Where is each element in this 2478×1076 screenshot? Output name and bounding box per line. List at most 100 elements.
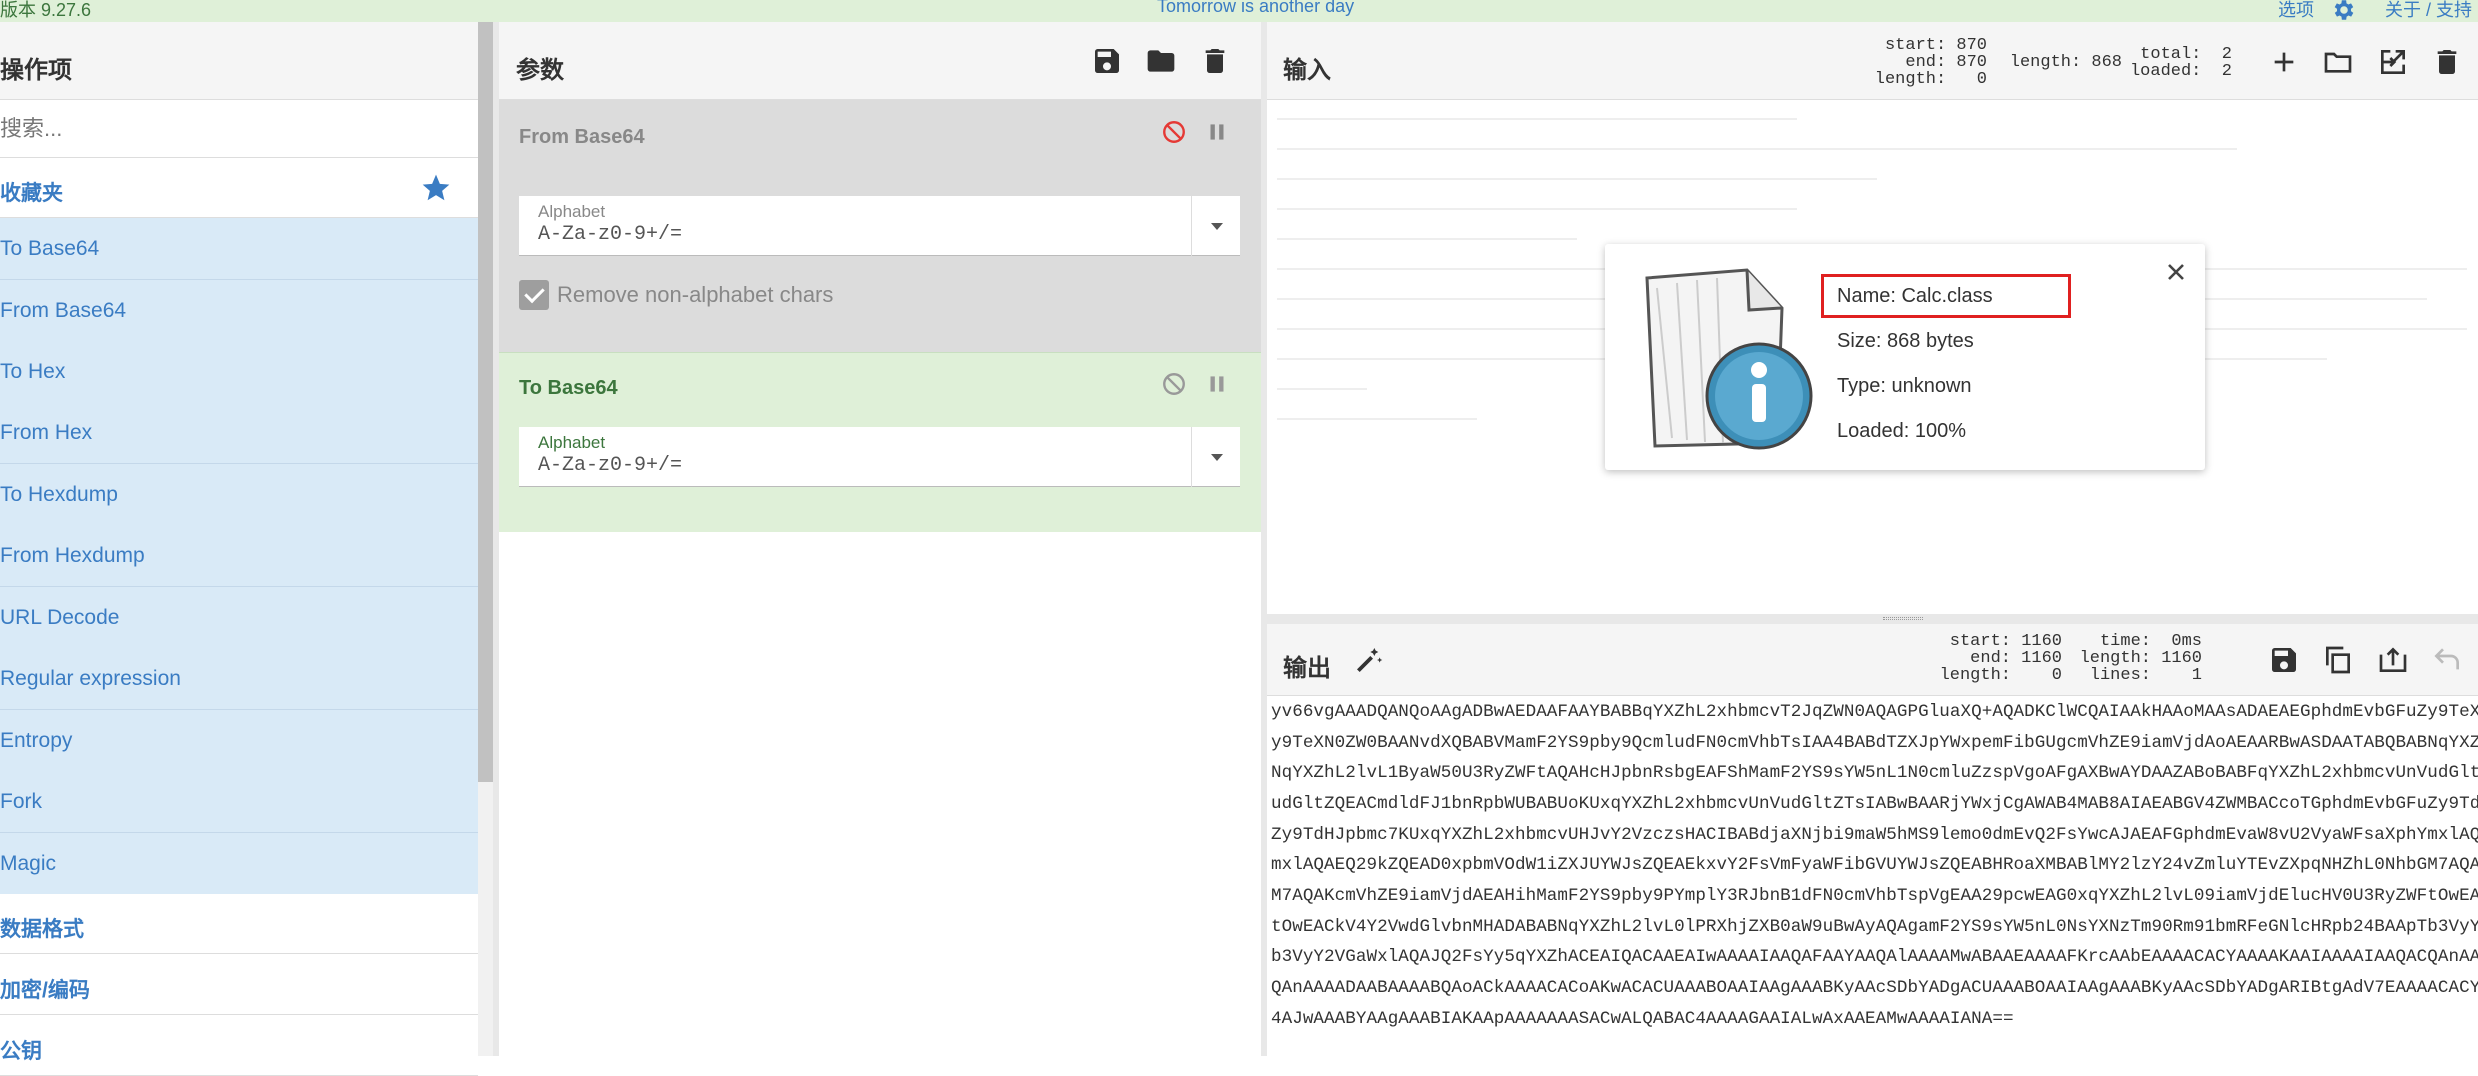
trash-icon[interactable]: [1199, 45, 1231, 77]
operation-item[interactable]: To Hex: [0, 341, 478, 403]
chevron-down-icon[interactable]: [1191, 196, 1240, 256]
alphabet-value[interactable]: A-Za-z0-9+/=: [538, 454, 682, 477]
file-type: Type: unknown: [1837, 375, 1972, 397]
input-start-stat: start: 870: [1884, 36, 1987, 55]
input-total-length-stat: length: 868: [2009, 53, 2122, 72]
star-icon[interactable]: [420, 172, 452, 204]
io-panel: 输入 start: 870 end: 870 length: 0 length:…: [1267, 22, 2478, 1056]
faded-text: [1277, 148, 2237, 150]
file-loaded: Loaded: 100%: [1837, 420, 1967, 442]
recipe-op-from-base64[interactable]: From Base64 Alphabet A-Za-z0-9+/= Remove…: [499, 100, 1261, 352]
recipe-title: 参数: [516, 57, 564, 84]
alphabet-field[interactable]: Alphabet A-Za-z0-9+/=: [519, 427, 1240, 487]
open-folder-icon[interactable]: [2322, 46, 2354, 78]
pause-icon[interactable]: [1204, 371, 1230, 397]
operation-item[interactable]: Regular expression: [0, 648, 478, 710]
gear-icon[interactable]: [2331, 0, 2357, 23]
faded-text: [1277, 238, 1577, 240]
operation-item[interactable]: Entropy: [0, 710, 478, 772]
checkbox-label: Remove non-alphabet chars: [557, 282, 834, 307]
remove-non-alphabet-checkbox[interactable]: [519, 280, 549, 310]
output-line: 4AJwAAABYAAgAAABIAKAApAAAAAAASACwALQABAC…: [1271, 1009, 2014, 1029]
output-line: tOwEACkV4Y2VwdGlvbnMHADABABNqYXZhL2lvL0l…: [1271, 917, 2478, 937]
splitter-grip-icon[interactable]: [1883, 617, 1923, 620]
output-total-length-stat: length: 1160: [2079, 649, 2202, 668]
operation-item[interactable]: To Base64: [0, 218, 478, 280]
options-link[interactable]: 选项: [2278, 0, 2314, 22]
output-time-stat: time: 0ms: [2099, 632, 2202, 651]
faded-text: [1277, 118, 1797, 120]
category-encryption[interactable]: 加密/编码: [0, 955, 478, 1015]
output-line: Zy9TdHJpbmc7KUxqYXZhL2xhbmcvUHJvY2VzczsH…: [1271, 825, 2478, 845]
save-icon[interactable]: [1091, 45, 1123, 77]
operations-header: 操作项: [0, 22, 478, 100]
input-title: 输入: [1283, 57, 1331, 84]
faded-text: [1277, 208, 1797, 210]
faded-text: [1277, 388, 1367, 390]
operations-title: 操作项: [0, 57, 72, 84]
category-public-key[interactable]: 公钥: [0, 1016, 478, 1076]
close-icon[interactable]: [2164, 260, 2188, 284]
output-line: mxlAQAEQ29kZQEAD0xpbmVOdW1iZXJUYWJsZQEAE…: [1271, 855, 2478, 875]
trash-icon[interactable]: [2431, 46, 2463, 78]
copy-icon[interactable]: [2322, 644, 2354, 676]
file-info-card: Name: Calc.class Size: 868 bytes Type: u…: [1605, 244, 2205, 470]
top-banner: 版本 9.27.6 Tomorrow is another day 选项 关于 …: [0, 0, 2478, 22]
op-title: To Base64: [519, 377, 618, 399]
output-lines-stat: lines: 1: [2089, 666, 2202, 685]
alphabet-field[interactable]: Alphabet A-Za-z0-9+/=: [519, 196, 1240, 256]
op-title: From Base64: [519, 126, 645, 148]
category-data-format[interactable]: 数据格式: [0, 894, 478, 954]
file-info-icon: [1645, 268, 1813, 450]
output-area[interactable]: yv66vgAAADQANQoAAgADBwAEDAAFAAYBABBqYXZh…: [1267, 696, 2478, 1056]
alphabet-value[interactable]: A-Za-z0-9+/=: [538, 223, 682, 246]
open-file-icon[interactable]: [2377, 46, 2409, 78]
input-loaded-stat: loaded: 2: [2129, 62, 2232, 81]
operation-item[interactable]: To Hexdump: [0, 464, 478, 526]
input-length-stat: length: 0: [1874, 70, 1987, 89]
output-title: 输出: [1283, 655, 1331, 682]
alphabet-label: Alphabet: [538, 433, 606, 452]
input-header: 输入 start: 870 end: 870 length: 0 length:…: [1267, 22, 2478, 100]
about-link[interactable]: 关于 / 支持: [2385, 0, 2472, 22]
io-splitter[interactable]: [1267, 614, 2478, 624]
save-icon[interactable]: [2268, 644, 2300, 676]
output-end-stat: end: 1160: [1970, 649, 2062, 668]
output-line: M7AQAKcmVhZE9iamVjdAEAHihMamF2YS9pby9PYm…: [1271, 886, 2478, 906]
operations-search[interactable]: [0, 100, 478, 158]
recipe-op-to-base64[interactable]: To Base64 Alphabet A-Za-z0-9+/=: [499, 352, 1261, 532]
undo-icon[interactable]: [2431, 644, 2463, 676]
alphabet-label: Alphabet: [538, 202, 606, 221]
folder-icon[interactable]: [1145, 45, 1177, 77]
operation-item[interactable]: From Hex: [0, 402, 478, 464]
recipe-panel: 参数 From Base64 Alphabet A-Za-z0-9+/= Rem…: [499, 22, 1261, 1056]
output-start-stat: start: 1160: [1949, 632, 2062, 651]
notice-text[interactable]: Tomorrow is another day: [1157, 0, 1354, 17]
output-line: b3VyY2VGaWxlAQAJQ2FsYy5qYXZhACEAIQACAAEA…: [1271, 947, 2478, 967]
output-line: NqYXZhL2lvL1ByaW50U3RyZWFtAQAHcHJpbnRsbg…: [1271, 763, 2478, 783]
operation-item[interactable]: From Hexdump: [0, 525, 478, 587]
search-input[interactable]: [0, 100, 478, 157]
operations-scrollbar-thumb[interactable]: [478, 22, 493, 782]
disable-icon[interactable]: [1161, 119, 1187, 145]
category-favorites[interactable]: 收藏夹: [0, 158, 478, 218]
category-label: 收藏夹: [0, 182, 63, 205]
input-end-stat: end: 870: [1905, 53, 1987, 72]
move-to-input-icon[interactable]: [2377, 644, 2409, 676]
output-length-stat: length: 0: [1939, 666, 2062, 685]
output-line: yv66vgAAADQANQoAAgADBwAEDAAFAAYBABBqYXZh…: [1271, 702, 2478, 722]
operation-item[interactable]: URL Decode: [0, 587, 478, 649]
pause-icon[interactable]: [1204, 119, 1230, 145]
recipe-header: 参数: [499, 22, 1261, 100]
magic-wand-icon[interactable]: [1353, 644, 1385, 676]
operation-item[interactable]: Fork: [0, 771, 478, 833]
input-total-stat: total: 2: [2140, 45, 2232, 64]
chevron-down-icon[interactable]: [1191, 427, 1240, 487]
operation-item[interactable]: From Base64: [0, 280, 478, 342]
version-label: 版本 9.27.6: [0, 0, 92, 20]
operation-item[interactable]: Magic: [0, 833, 478, 895]
disable-icon[interactable]: [1161, 371, 1187, 397]
add-icon[interactable]: [2268, 46, 2300, 78]
faded-text: [1277, 418, 1477, 420]
output-line: QAnAAAADAABAAAABQAoACkAAAACACoAKwACACUAA…: [1271, 978, 2478, 998]
